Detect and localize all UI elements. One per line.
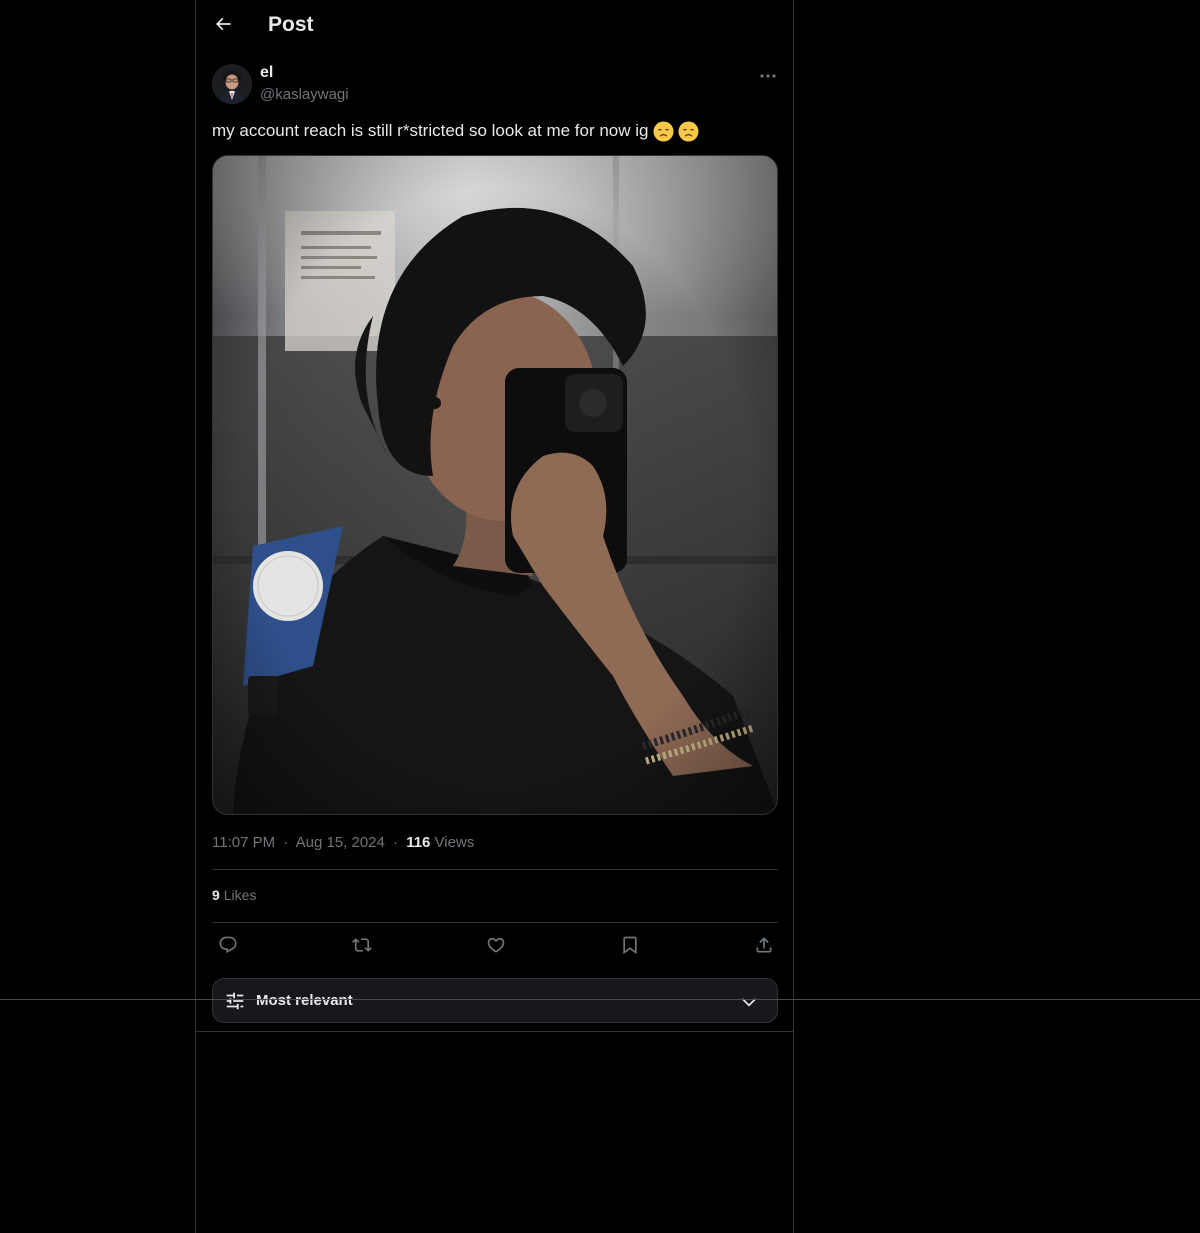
avatar[interactable] bbox=[212, 64, 252, 104]
bookmark-button[interactable] bbox=[616, 933, 644, 961]
repost-button[interactable] bbox=[348, 933, 376, 961]
post-date[interactable]: Aug 15, 2024 bbox=[296, 834, 385, 851]
more-options-button[interactable] bbox=[756, 64, 780, 86]
heart-icon bbox=[486, 935, 506, 960]
divider bbox=[212, 922, 778, 923]
disappointed-face-emoji-icon bbox=[678, 121, 699, 142]
post-photo[interactable] bbox=[212, 155, 778, 815]
reply-button[interactable] bbox=[214, 933, 242, 961]
arrow-left-icon bbox=[213, 14, 233, 39]
author-name[interactable]: el bbox=[260, 64, 273, 82]
main-column: Post el @kaslaywagi my account reach is … bbox=[195, 0, 794, 1233]
back-button[interactable] bbox=[206, 9, 240, 43]
author-handle[interactable]: @kaslaywagi bbox=[260, 86, 349, 103]
post-text: my account reach is still r*stricted so … bbox=[212, 119, 699, 143]
likes-link[interactable]: 9 Likes bbox=[212, 887, 256, 903]
sort-replies-dropdown[interactable]: Most relevant bbox=[212, 978, 778, 1023]
share-icon bbox=[754, 935, 774, 960]
post-text-content: my account reach is still r*stricted so … bbox=[212, 121, 649, 140]
chevron-down-icon bbox=[739, 992, 759, 1017]
views-count: 116 bbox=[406, 834, 431, 851]
bookmark-icon bbox=[620, 935, 640, 960]
more-dots-icon bbox=[759, 66, 777, 84]
share-button[interactable] bbox=[750, 933, 778, 961]
likes-label: Likes bbox=[223, 887, 257, 903]
likes-count: 9 bbox=[212, 887, 220, 903]
divider bbox=[196, 1031, 793, 1032]
post-header: Post bbox=[196, 0, 793, 55]
views-label: Views bbox=[434, 834, 475, 851]
sort-label: Most relevant bbox=[256, 992, 353, 1009]
disappointed-face-emoji-icon bbox=[653, 121, 674, 142]
post-time[interactable]: 11:07 PM bbox=[212, 834, 275, 851]
divider bbox=[212, 869, 778, 870]
meta-separator: · bbox=[393, 834, 399, 851]
reply-icon bbox=[218, 935, 238, 960]
meta-separator: · bbox=[283, 834, 289, 851]
page-title: Post bbox=[268, 13, 314, 36]
like-button[interactable] bbox=[482, 933, 510, 961]
sliders-icon bbox=[224, 990, 246, 1017]
repost-icon bbox=[352, 935, 372, 960]
post-meta: 11:07 PM · Aug 15, 2024 · 116 Views bbox=[212, 834, 474, 851]
